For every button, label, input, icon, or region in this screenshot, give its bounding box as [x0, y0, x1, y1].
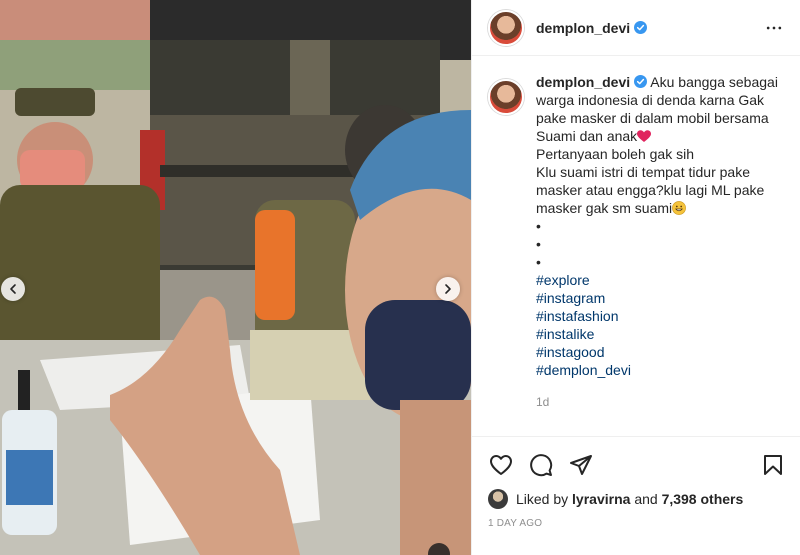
likes-others-link[interactable]: 7,398 others — [662, 491, 744, 507]
hashtag-link[interactable]: #instagood — [536, 343, 786, 361]
author-avatar[interactable] — [488, 9, 524, 46]
bullet: • — [536, 254, 541, 270]
grin-emoji-icon — [672, 201, 687, 215]
caption-block: demplon_devi Aku bangga sebagai warga in… — [488, 73, 790, 411]
next-slide-button[interactable] — [436, 277, 460, 301]
hashtag-link[interactable]: #explore — [536, 271, 786, 289]
verified-badge-icon — [634, 21, 648, 34]
hashtag-link[interactable]: #instagram — [536, 289, 786, 307]
caption-username[interactable]: demplon_devi — [536, 74, 630, 90]
action-bar — [472, 437, 800, 479]
bullet: • — [536, 236, 541, 252]
bookmark-icon — [764, 455, 782, 475]
bullet: • — [536, 218, 541, 234]
caption-line-2: Pertanyaan boleh gak sih — [536, 146, 694, 162]
heart-icon — [490, 455, 512, 475]
hashtag-link[interactable]: #instalike — [536, 325, 786, 343]
post-date[interactable]: 1 DAY AGO — [472, 509, 800, 529]
chevron-left-icon — [10, 284, 16, 294]
chevron-right-icon — [445, 284, 451, 294]
caption-avatar[interactable] — [488, 79, 524, 115]
post-header: demplon_devi — [472, 0, 800, 56]
hashtag-link[interactable]: #demplon_devi — [536, 361, 786, 379]
share-icon — [570, 455, 592, 475]
post-media[interactable] — [0, 0, 471, 555]
post-actions-section: Liked by lyravirna and 7,398 others 1 DA… — [472, 436, 800, 529]
share-button[interactable] — [568, 452, 594, 478]
instagram-post: demplon_devi demplon_devi Aku bangga seb… — [0, 0, 800, 555]
hashtag-link[interactable]: #instafashion — [536, 307, 786, 325]
comment-button[interactable] — [528, 452, 554, 478]
liker-username[interactable]: lyravirna — [572, 491, 630, 507]
caption-line-3: Klu suami istri di tempat tidur pake mas… — [536, 164, 765, 216]
caption-text: demplon_devi Aku bangga sebagai warga in… — [536, 73, 786, 411]
heart-emoji-icon — [637, 129, 652, 142]
post-side-panel: demplon_devi demplon_devi Aku bangga seb… — [471, 0, 800, 555]
comment-icon — [530, 454, 553, 477]
more-icon — [766, 26, 782, 29]
author-username[interactable]: demplon_devi — [536, 20, 630, 36]
more-options-button[interactable] — [762, 16, 786, 40]
save-button[interactable] — [760, 452, 786, 478]
like-button[interactable] — [488, 452, 514, 478]
likes-joiner: and — [634, 491, 658, 507]
post-photo — [0, 0, 471, 555]
caption-time[interactable]: 1d — [536, 393, 786, 411]
likes-summary: Liked by lyravirna and 7,398 others — [472, 479, 800, 509]
likes-prefix: Liked by — [516, 491, 569, 507]
previous-slide-button[interactable] — [1, 277, 25, 301]
liker-avatar[interactable] — [488, 489, 508, 509]
verified-badge-icon — [634, 75, 648, 88]
